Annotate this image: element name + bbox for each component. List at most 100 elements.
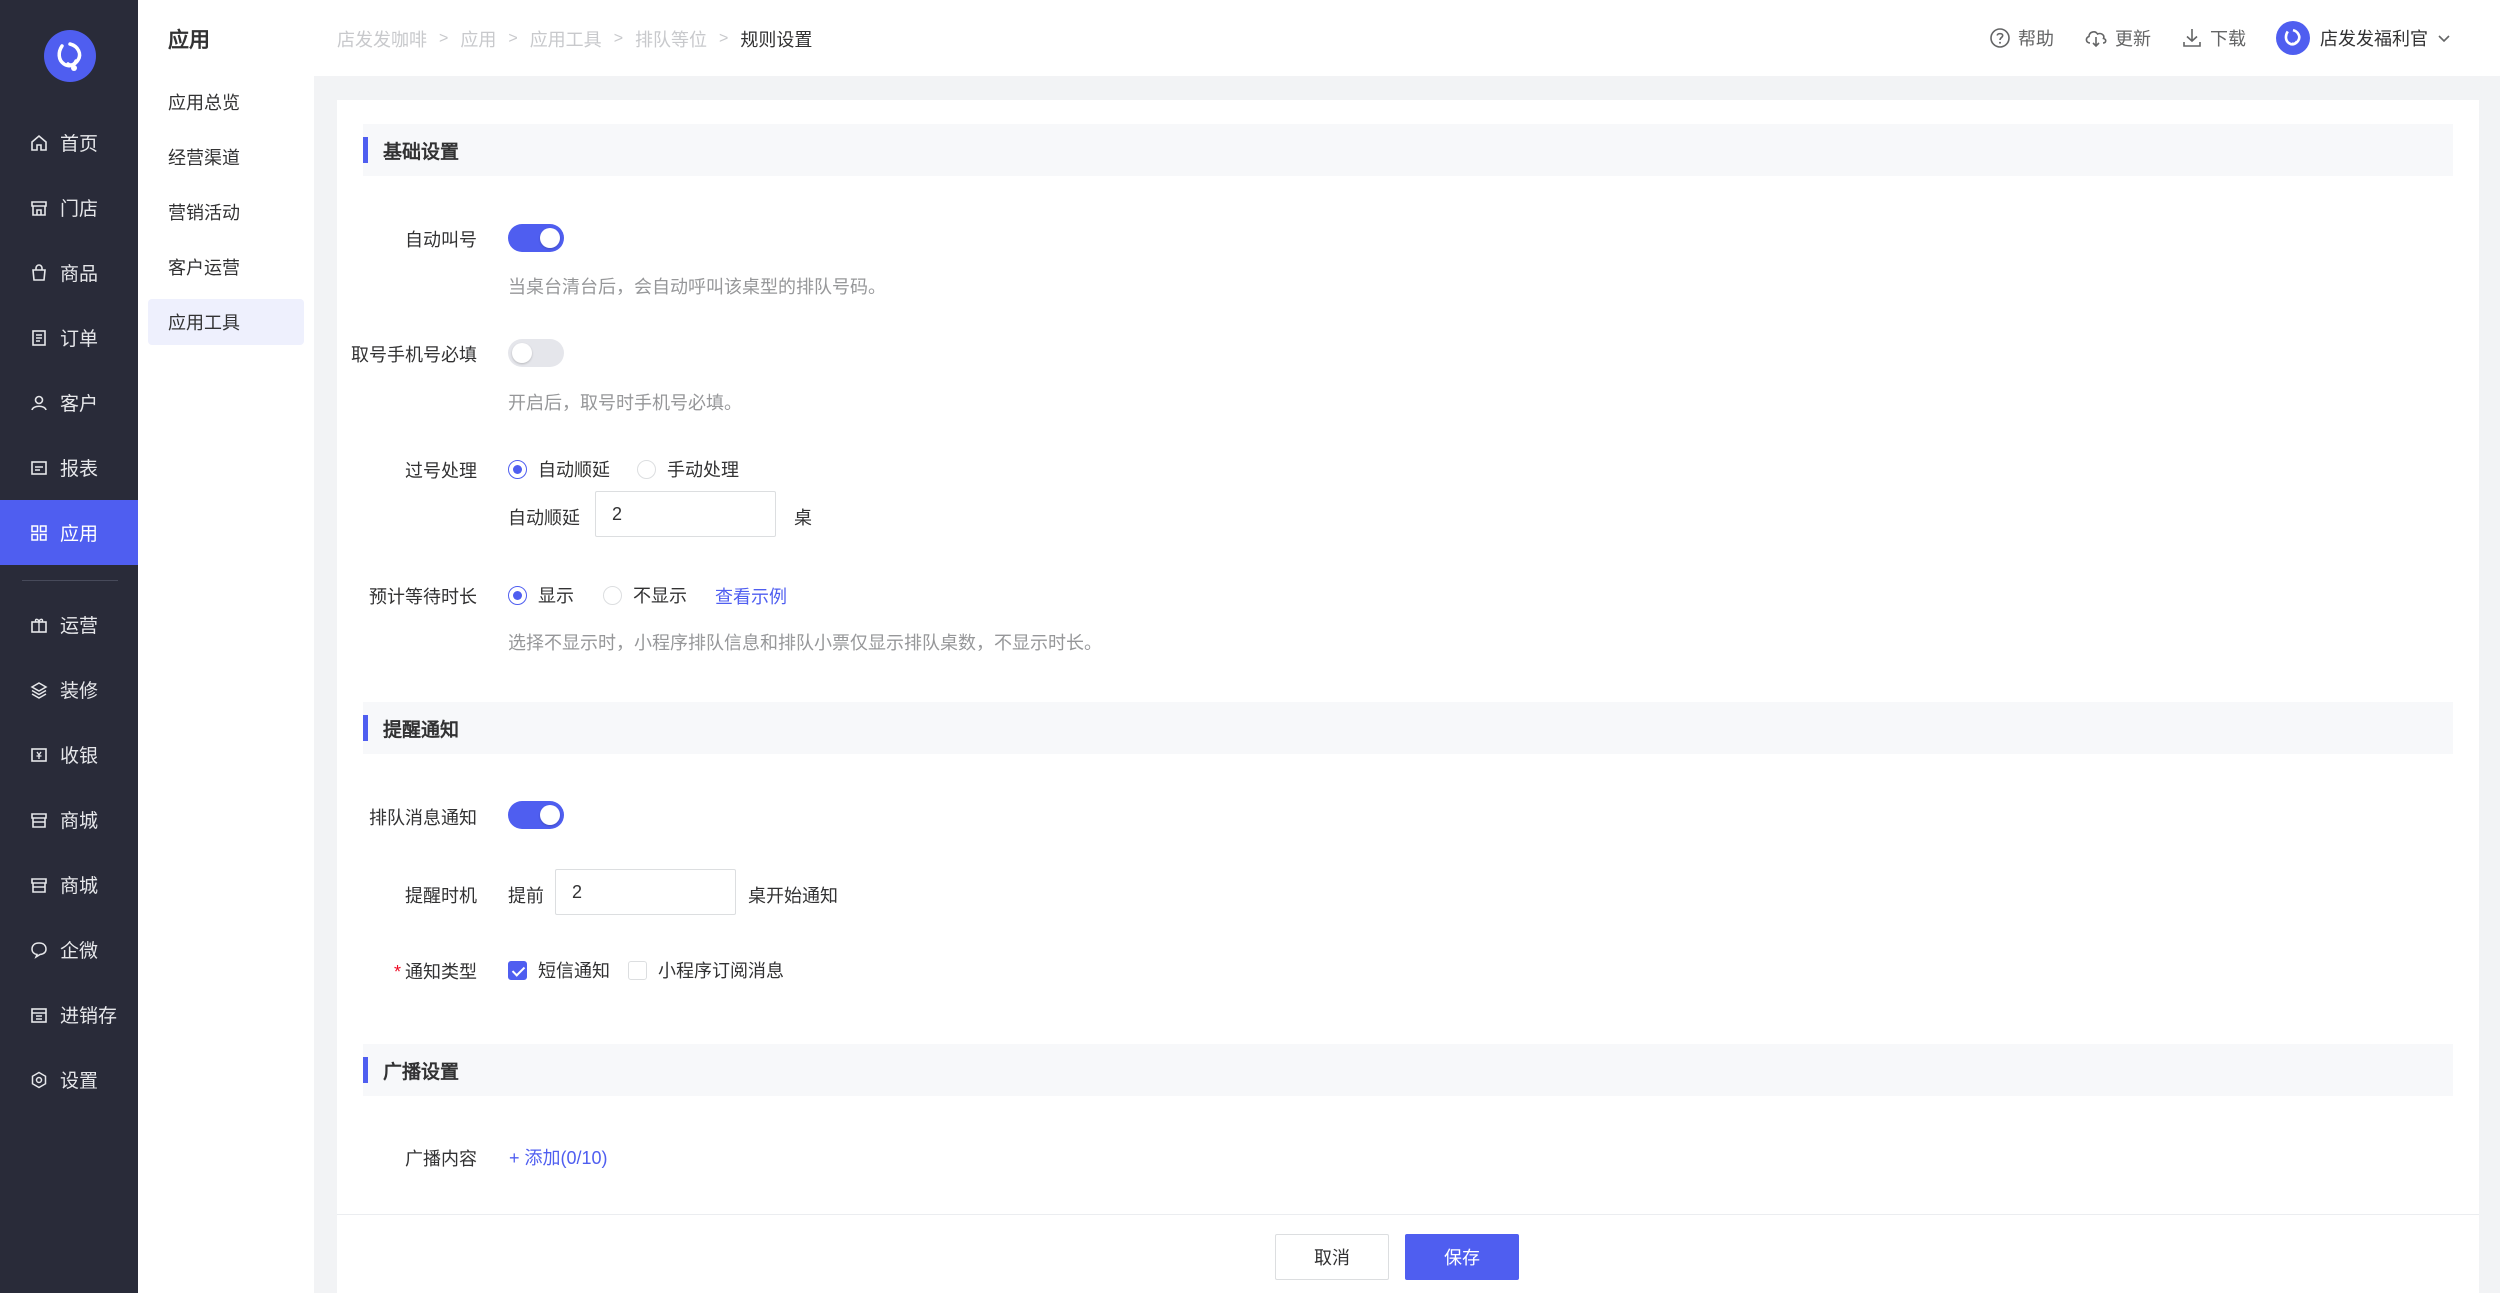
nav-item-label: 订单 [60, 329, 99, 350]
wait-time-show-radio[interactable]: 显示 [508, 582, 574, 608]
breadcrumb-item[interactable]: 排队等位 [635, 26, 707, 52]
shop-icon [31, 812, 47, 828]
nav-item-home[interactable]: 首页 [0, 110, 138, 175]
breadcrumb-current: 规则设置 [740, 30, 813, 50]
required-mark: * [393, 962, 401, 982]
add-broadcast-link[interactable]: + 添加(0/10) [509, 1144, 608, 1170]
user-menu[interactable]: 店发发福利官 [2276, 21, 2452, 55]
update-button[interactable]: 更新 [2084, 25, 2151, 51]
queue-notify-label: 排队消息通知 [369, 808, 477, 828]
delay-tables-input[interactable] [595, 491, 776, 537]
nav-item-store[interactable]: 门店 [0, 175, 138, 240]
nav-item-settings[interactable]: 设置 [0, 1047, 138, 1112]
nav-item-label: 运营 [60, 616, 99, 637]
wait-time-help: 选择不显示时，小程序排队信息和排队小票仅显示排队桌数，不显示时长。 [508, 633, 1102, 653]
nav-item-label: 应用 [60, 524, 99, 545]
nav-item-inventory[interactable]: 进销存 [0, 982, 138, 1047]
radio-label: 不显示 [633, 586, 687, 606]
save-button[interactable]: 保存 [1405, 1234, 1519, 1280]
help-button[interactable]: 帮助 [1989, 25, 2054, 51]
radio-dot [508, 459, 527, 479]
section-title: 广播设置 [383, 1061, 460, 1083]
nav-item-label: 收银 [60, 746, 99, 767]
chevron-right-icon: > [508, 30, 518, 47]
top-header: 店发发咖啡 > 应用 > 应用工具 > 排队等位 > 规则设置 帮助 更新 下载… [314, 0, 2500, 76]
nav-item-reports[interactable]: 报表 [0, 435, 138, 500]
phone-required-switch[interactable] [508, 339, 564, 367]
nav-item-decoration[interactable]: 装修 [0, 657, 138, 722]
switch-knob [540, 228, 560, 248]
queue-notify-switch[interactable] [508, 801, 564, 829]
nav-item-operations[interactable]: 运营 [0, 592, 138, 657]
skip-manual-radio[interactable]: 手动处理 [637, 456, 739, 482]
auto-call-switch[interactable] [508, 224, 564, 252]
nav-item-cashier[interactable]: 收银 [0, 722, 138, 787]
sms-notify-checkbox[interactable]: 短信通知 [508, 957, 610, 983]
section-header-basic: 基础设置 [363, 124, 2453, 176]
skip-auto-radio[interactable]: 自动顺延 [508, 456, 610, 482]
remind-suffix: 桌开始通知 [748, 886, 838, 906]
nav-item-label: 商城 [60, 876, 99, 897]
switch-knob [540, 805, 560, 825]
nav-item-wecom[interactable]: 企微 [0, 917, 138, 982]
radio-dot [637, 459, 656, 479]
submenu-item-customer-ops[interactable]: 客户运营 [148, 244, 304, 290]
wait-time-label: 预计等待时长 [369, 587, 477, 607]
miniprogram-notify-checkbox[interactable]: 小程序订阅消息 [628, 957, 784, 983]
breadcrumb-item[interactable]: 店发发咖啡 [337, 26, 427, 52]
nav-item-mall-1[interactable]: 商城 [0, 787, 138, 852]
nav-item-mall-2[interactable]: 商城 [0, 852, 138, 917]
checkbox-label: 短信通知 [538, 961, 610, 981]
avatar [2276, 21, 2310, 55]
cloud-download-icon [2085, 31, 2107, 48]
radio-dot [603, 585, 622, 605]
rule-settings-form: 基础设置 自动叫号 当桌台清台后，会自动呼叫该桌型的排队号码。 取号手机号必填 … [337, 100, 2479, 1214]
help-icon [1990, 28, 2010, 48]
submenu-item-tools[interactable]: 应用工具 [148, 299, 304, 345]
layers-icon [30, 681, 48, 699]
chevron-right-icon: > [613, 30, 624, 47]
gift-icon [31, 618, 47, 633]
nav-item-apps[interactable]: 应用 [0, 500, 138, 565]
nav-item-label: 商城 [60, 811, 99, 832]
submenu-item-overview[interactable]: 应用总览 [148, 79, 304, 125]
nav-item-customers[interactable]: 客户 [0, 370, 138, 435]
download-label: 下载 [2210, 29, 2246, 49]
section-title: 提醒通知 [383, 719, 460, 741]
logo-mark-icon [57, 42, 82, 71]
wait-time-hide-radio[interactable]: 不显示 [603, 582, 687, 608]
chat-icon [31, 941, 47, 959]
checkbox-box [628, 960, 647, 980]
checkbox-label: 小程序订阅消息 [658, 961, 784, 981]
nav-item-label: 企微 [60, 941, 99, 962]
notify-type-label: * 通知类型 [337, 958, 477, 984]
breadcrumb-item[interactable]: 应用 [460, 26, 496, 52]
remind-prefix: 提前 [508, 886, 544, 906]
chevron-right-icon: > [439, 30, 449, 47]
remind-tables-input[interactable] [555, 869, 736, 915]
cancel-button[interactable]: 取消 [1275, 1234, 1389, 1280]
nav-item-orders[interactable]: 订单 [0, 305, 138, 370]
switch-knob [512, 343, 532, 363]
download-icon [2183, 29, 2201, 47]
nav-item-label: 设置 [60, 1071, 99, 1092]
phone-required-help: 开启后，取号时手机号必填。 [508, 393, 742, 413]
nav-divider [22, 580, 118, 581]
logo-mark-icon [2284, 28, 2301, 46]
shop-icon [31, 877, 47, 893]
submenu-item-label: 客户运营 [168, 258, 240, 278]
delay-unit-label: 桌 [794, 508, 812, 528]
breadcrumb-item[interactable]: 应用工具 [530, 26, 602, 52]
broadcast-content-label: 广播内容 [405, 1149, 477, 1169]
view-example-link[interactable]: 查看示例 [715, 583, 787, 609]
secondary-menu-title: 应用 [168, 29, 210, 52]
nav-item-label: 报表 [60, 459, 99, 480]
brand-logo[interactable] [44, 30, 96, 82]
submenu-item-label: 应用工具 [168, 313, 240, 333]
delay-prefix-label: 自动顺延 [508, 508, 580, 528]
nav-item-goods[interactable]: 商品 [0, 240, 138, 305]
download-button[interactable]: 下载 [2181, 25, 2246, 51]
submenu-item-channels[interactable]: 经营渠道 [148, 134, 304, 180]
submenu-item-marketing[interactable]: 营销活动 [148, 189, 304, 235]
auto-call-help: 当桌台清台后，会自动呼叫该桌型的排队号码。 [508, 277, 886, 297]
